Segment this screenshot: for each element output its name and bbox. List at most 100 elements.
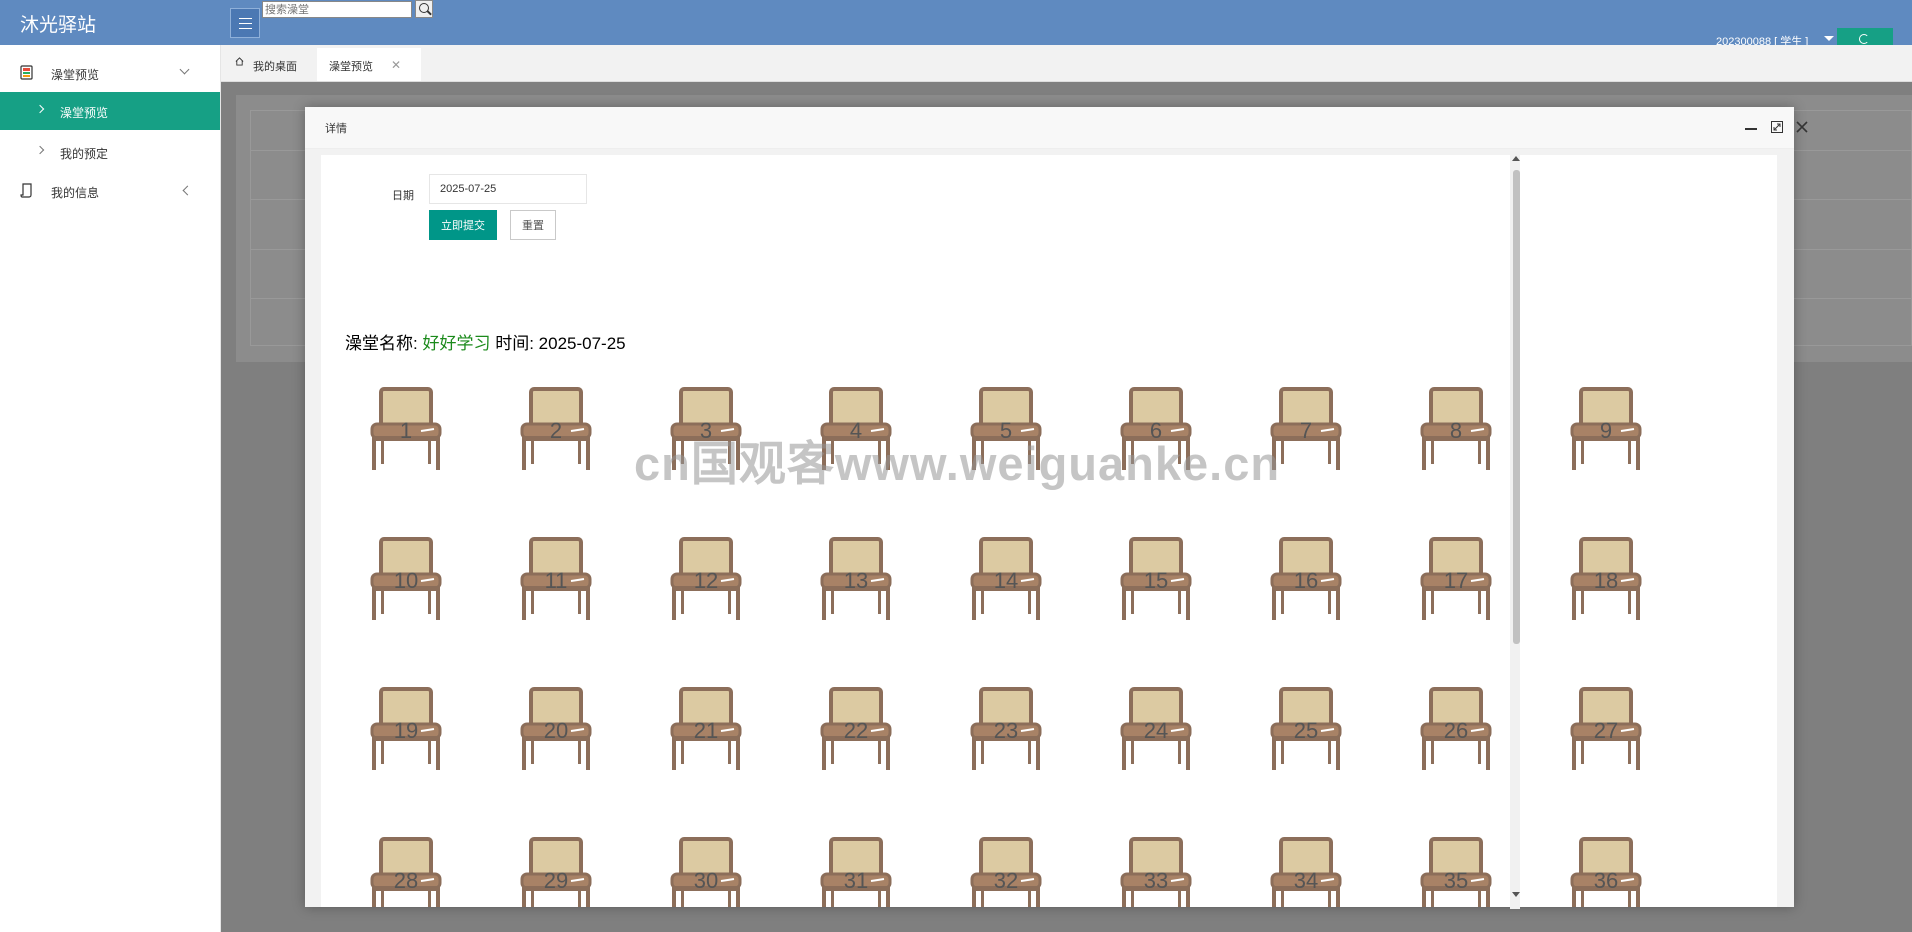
- menu-icon: [238, 17, 252, 29]
- sidebar-item-my-booking[interactable]: 我的预定: [0, 133, 220, 171]
- seat[interactable]: 11: [516, 536, 596, 626]
- seat[interactable]: 22: [816, 686, 896, 776]
- modal-body: 日期 立即提交 重置 澡堂名称: 好好学习 时间: 2025-07-25 123…: [305, 149, 1794, 907]
- seat[interactable]: 10: [366, 536, 446, 626]
- seat[interactable]: 8: [1416, 386, 1496, 476]
- top-header: 沐光驿站 202300088 [ 学生 ]: [0, 0, 1912, 48]
- book-icon: [20, 65, 33, 80]
- seat-number: 24: [1143, 718, 1169, 743]
- tab-my-desktop[interactable]: 我的桌面: [221, 48, 317, 81]
- bath-info: 澡堂名称: 好好学习 时间: 2025-07-25: [345, 329, 626, 354]
- seat-number: 26: [1443, 718, 1469, 743]
- home-icon: [235, 57, 244, 66]
- seat[interactable]: 33: [1116, 836, 1196, 907]
- seat-number: 23: [993, 718, 1019, 743]
- chevron-left-icon: [182, 185, 193, 196]
- seat[interactable]: 2: [516, 386, 596, 476]
- seat-number: 14: [993, 568, 1019, 593]
- seat[interactable]: 26: [1416, 686, 1496, 776]
- reset-button[interactable]: 重置: [510, 210, 556, 240]
- seat[interactable]: 1: [366, 386, 446, 476]
- seat[interactable]: 19: [366, 686, 446, 776]
- seat-number: 22: [843, 718, 869, 743]
- seat[interactable]: 20: [516, 686, 596, 776]
- seat[interactable]: 15: [1116, 536, 1196, 626]
- seat-number: 20: [543, 718, 569, 743]
- seat[interactable]: 25: [1266, 686, 1346, 776]
- seat[interactable]: 17: [1416, 536, 1496, 626]
- seat-number: 18: [1593, 568, 1619, 593]
- seat-number: 31: [843, 868, 869, 893]
- seat[interactable]: 13: [816, 536, 896, 626]
- scroll-up-arrow[interactable]: [1512, 156, 1520, 161]
- tab-label: 澡堂预览: [329, 61, 373, 73]
- close-icon[interactable]: ✕: [391, 58, 401, 72]
- detail-modal: 详情 日期 立即提交 重置 澡堂名称: 好好学习 时间: 2025-07-25 …: [305, 107, 1808, 907]
- seat-number: 8: [1449, 418, 1463, 443]
- app-logo: 沐光驿站: [20, 15, 97, 36]
- chevron-down-icon: [179, 64, 190, 75]
- document-icon: [20, 183, 32, 198]
- seat[interactable]: 36: [1566, 836, 1646, 907]
- seat[interactable]: 28: [366, 836, 446, 907]
- seat[interactable]: 31: [816, 836, 896, 907]
- scroll-down-arrow[interactable]: [1512, 892, 1520, 897]
- sidebar-item-label: 澡堂预览: [51, 68, 100, 82]
- seat-number: 19: [393, 718, 419, 743]
- modal-content: 日期 立即提交 重置 澡堂名称: 好好学习 时间: 2025-07-25 123…: [321, 155, 1777, 907]
- maximize-icon[interactable]: [1771, 121, 1783, 133]
- close-icon[interactable]: [1795, 120, 1809, 134]
- seat[interactable]: 34: [1266, 836, 1346, 907]
- seat[interactable]: 32: [966, 836, 1046, 907]
- seat-number: 2: [549, 418, 563, 443]
- seat[interactable]: 35: [1416, 836, 1496, 907]
- seat[interactable]: 21: [666, 686, 746, 776]
- seat[interactable]: 18: [1566, 536, 1646, 626]
- caret-down-icon[interactable]: [1824, 36, 1834, 41]
- seat[interactable]: 27: [1566, 686, 1646, 776]
- seat-number: 15: [1143, 568, 1169, 593]
- chevron-right-icon: [35, 145, 45, 155]
- seat-number: 29: [543, 868, 569, 893]
- seat[interactable]: 9: [1566, 386, 1646, 476]
- seat-number: 35: [1443, 868, 1469, 893]
- sidebar-item-bath-preview[interactable]: 澡堂预览: [0, 92, 220, 130]
- sidebar-item-label: 澡堂预览: [60, 106, 109, 120]
- sidebar: 澡堂预览 澡堂预览 我的预定 我的信息: [0, 45, 221, 932]
- seat[interactable]: 30: [666, 836, 746, 907]
- seat-number: 9: [1599, 418, 1613, 443]
- search-button[interactable]: [415, 0, 433, 18]
- time-value: 2025-07-25: [538, 334, 626, 353]
- date-label: 日期: [392, 190, 414, 202]
- sidebar-item-my-info[interactable]: 我的信息: [0, 172, 220, 210]
- menu-toggle-button[interactable]: [230, 8, 260, 38]
- chevron-right-icon: [35, 104, 45, 114]
- refresh-button[interactable]: [1837, 28, 1893, 45]
- seat-number: 25: [1293, 718, 1319, 743]
- sidebar-item-label: 我的信息: [51, 186, 100, 200]
- seat-number: 34: [1293, 868, 1319, 893]
- seat-number: 33: [1143, 868, 1169, 893]
- seat[interactable]: 29: [516, 836, 596, 907]
- bath-name-label: 澡堂名称:: [345, 334, 418, 353]
- seat-number: 30: [693, 868, 719, 893]
- tab-bath-preview[interactable]: 澡堂预览 ✕: [317, 48, 421, 81]
- time-label: 时间:: [495, 334, 534, 353]
- seat[interactable]: 12: [666, 536, 746, 626]
- seat-number: 1: [399, 418, 413, 443]
- seat[interactable]: 16: [1266, 536, 1346, 626]
- seat-number: 32: [993, 868, 1019, 893]
- seat[interactable]: 24: [1116, 686, 1196, 776]
- date-input[interactable]: [429, 174, 587, 204]
- submit-button[interactable]: 立即提交: [429, 210, 497, 240]
- seat-number: 21: [693, 718, 719, 743]
- minimize-icon[interactable]: [1745, 128, 1757, 130]
- seat[interactable]: 14: [966, 536, 1046, 626]
- scrollbar-thumb[interactable]: [1513, 170, 1520, 644]
- seat-number: 11: [544, 568, 568, 593]
- search-input[interactable]: [262, 1, 412, 18]
- seat-number: 17: [1443, 568, 1469, 593]
- tab-bar: 我的桌面 澡堂预览 ✕: [221, 45, 1912, 82]
- sidebar-item-bath-preview-group[interactable]: 澡堂预览: [0, 54, 220, 92]
- seat[interactable]: 23: [966, 686, 1046, 776]
